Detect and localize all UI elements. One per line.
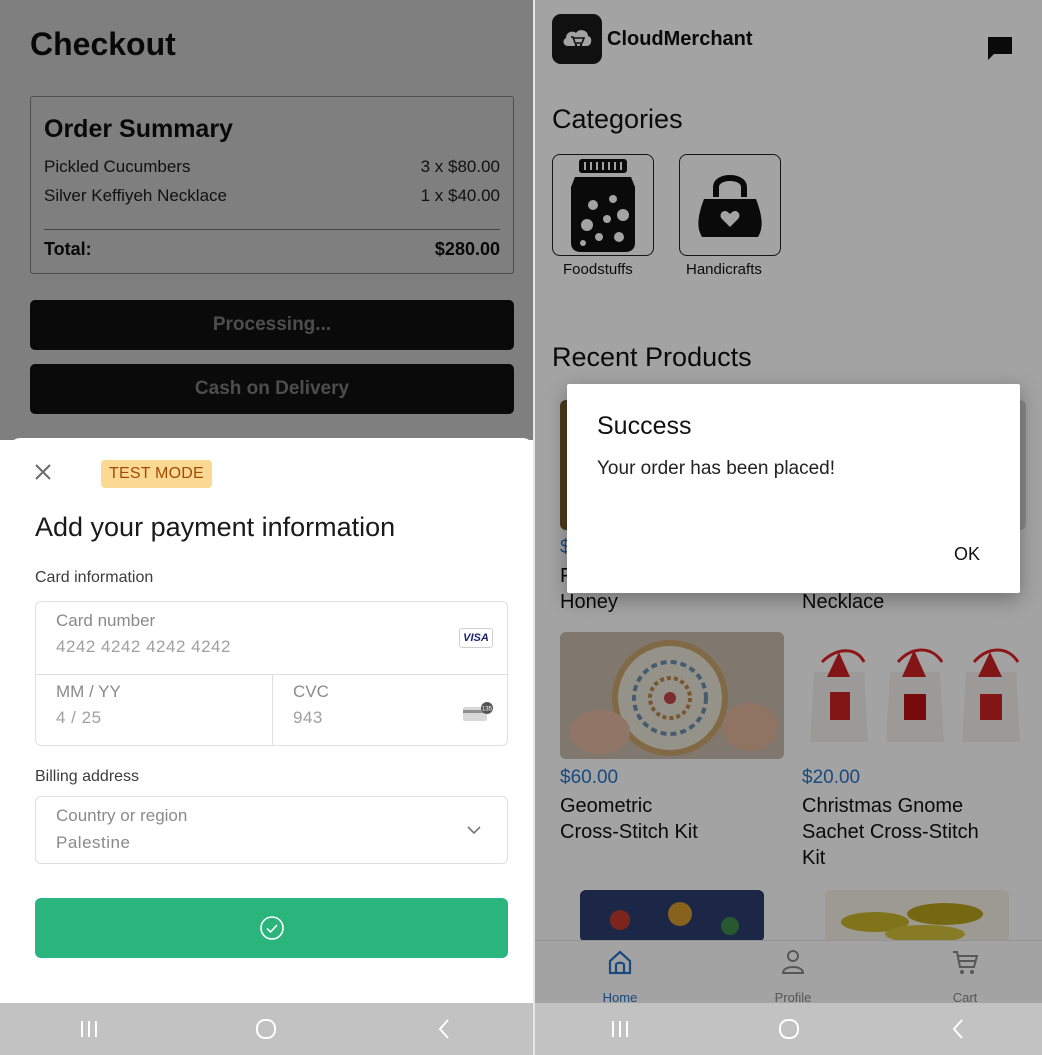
store-home-screen: CloudMerchant Categories Foodstuffs Hand…: [535, 0, 1042, 1055]
check-circle-icon: [259, 916, 284, 940]
close-icon[interactable]: [34, 462, 52, 486]
card-information-group: Card number 4242 4242 4242 4242 VISA MM …: [35, 601, 508, 746]
recents-icon[interactable]: [600, 1014, 640, 1044]
payment-sheet: TEST MODE Add your payment information C…: [10, 438, 533, 1003]
checkout-screen: Checkout Order Summary Pickled Cucumbers…: [0, 0, 533, 1055]
card-number-field[interactable]: Card number 4242 4242 4242 4242 VISA: [36, 602, 507, 674]
system-nav-bar: [0, 1003, 533, 1055]
cvc-placeholder: CVC: [293, 682, 329, 701]
billing-label: Billing address: [35, 768, 140, 785]
recents-icon[interactable]: [69, 1014, 109, 1044]
system-nav-bar: [535, 1003, 1042, 1055]
home-circle-icon[interactable]: [769, 1014, 809, 1044]
svg-text:135: 135: [482, 707, 493, 713]
payment-title: Add your payment information: [35, 512, 396, 542]
modal-scrim[interactable]: [0, 0, 533, 440]
chevron-down-icon: [467, 826, 481, 835]
card-number-value: 4242 4242 4242 4242: [56, 637, 231, 656]
ok-button[interactable]: OK: [954, 544, 980, 565]
country-value: Palestine: [56, 833, 131, 852]
test-mode-badge: TEST MODE: [101, 460, 212, 488]
expiry-value: 4 / 25: [56, 708, 102, 727]
expiry-placeholder: MM / YY: [56, 682, 121, 701]
country-select[interactable]: Country or region Palestine: [35, 796, 508, 864]
back-icon[interactable]: [938, 1014, 978, 1044]
dialog-title: Success: [597, 412, 692, 440]
dialog-message: Your order has been placed!: [597, 458, 836, 479]
home-circle-icon[interactable]: [246, 1014, 286, 1044]
back-icon[interactable]: [424, 1014, 464, 1044]
screen-root: Checkout Order Summary Pickled Cucumbers…: [0, 0, 1042, 1055]
card-info-label: Card information: [35, 569, 154, 586]
expiry-field[interactable]: MM / YY 4 / 25: [36, 674, 272, 746]
cvc-card-icon: 135: [463, 702, 493, 721]
pay-button[interactable]: [35, 898, 508, 958]
country-placeholder: Country or region: [56, 806, 188, 825]
success-dialog: Success Your order has been placed! OK: [567, 384, 1020, 593]
cvc-value: 943: [293, 708, 323, 727]
card-number-placeholder: Card number: [56, 611, 156, 630]
visa-icon: VISA: [459, 628, 493, 648]
